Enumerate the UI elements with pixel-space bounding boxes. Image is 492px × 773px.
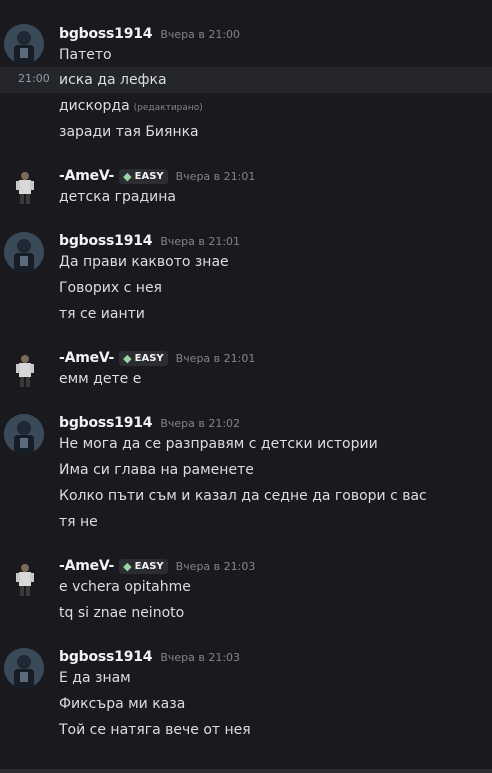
message-text: детска градина: [59, 189, 176, 205]
message-text: Фиксъра ми каза: [59, 696, 186, 712]
avatar[interactable]: [4, 558, 44, 598]
avatar[interactable]: [4, 648, 44, 688]
username[interactable]: bgboss1914: [59, 649, 153, 665]
message-text: дискорда: [59, 98, 130, 114]
message-text: Патето: [59, 47, 112, 63]
timestamp: Вчера в 21:02: [160, 416, 241, 430]
message-header: -AmeV- ◆ EASY Вчера в 21:03: [59, 555, 255, 577]
message-text: Говорих с нея: [59, 280, 162, 296]
message-text: Е да знам: [59, 670, 131, 686]
edited-label: (редактирано): [133, 103, 203, 113]
message-header: -AmeV- ◆ EASY Вчера в 21:01: [59, 347, 255, 369]
message-text: Да прави каквото знае: [59, 254, 229, 270]
tag-label: EASY: [134, 560, 164, 572]
username[interactable]: -AmeV-: [59, 350, 114, 366]
gem-icon: ◆: [123, 169, 132, 183]
username[interactable]: -AmeV-: [59, 168, 114, 184]
message-header: bgboss1914 Вчера в 21:00: [59, 23, 240, 45]
message-text: Колко пъти съм и казал да седне да говор…: [59, 488, 427, 504]
avatar[interactable]: [4, 24, 44, 64]
username[interactable]: bgboss1914: [59, 415, 153, 431]
message-text: тя се ианти: [59, 306, 145, 322]
avatar[interactable]: [4, 349, 44, 389]
timestamp: Вчера в 21:01: [175, 169, 256, 183]
message-text: Има си глава на раменете: [59, 462, 254, 478]
tag-label: EASY: [134, 352, 164, 364]
server-tag[interactable]: ◆ EASY: [119, 558, 168, 574]
message-text-edited: дискорда (редактирано): [59, 95, 203, 117]
message-text: e vchera opitahme: [59, 579, 191, 595]
hover-timestamp: 21:00: [18, 72, 50, 85]
gem-icon: ◆: [123, 559, 132, 573]
message-text: заради тая Биянка: [59, 124, 199, 140]
avatar[interactable]: [4, 414, 44, 454]
timestamp: Вчера в 21:01: [175, 351, 256, 365]
message-header: bgboss1914 Вчера в 21:01: [59, 230, 240, 252]
gem-icon: ◆: [123, 351, 132, 365]
username[interactable]: bgboss1914: [59, 233, 153, 249]
message-text: Не мога да се разправям с детски истории: [59, 436, 378, 452]
server-tag[interactable]: ◆ EASY: [119, 168, 168, 184]
message-text: Той се натяга вече от нея: [59, 722, 251, 738]
timestamp: Вчера в 21:00: [160, 27, 241, 41]
composer-edge: [0, 769, 492, 773]
timestamp: Вчера в 21:01: [160, 234, 241, 248]
tag-label: EASY: [134, 170, 164, 182]
message-header: -AmeV- ◆ EASY Вчера в 21:01: [59, 165, 255, 187]
username[interactable]: bgboss1914: [59, 26, 153, 42]
message-text: емм дете е: [59, 371, 142, 387]
timestamp: Вчера в 21:03: [160, 650, 241, 664]
username[interactable]: -AmeV-: [59, 558, 114, 574]
message-text: tq si znae neinoto: [59, 605, 185, 621]
message-header: bgboss1914 Вчера в 21:02: [59, 412, 240, 434]
message-header: bgboss1914 Вчера в 21:03: [59, 646, 240, 668]
timestamp: Вчера в 21:03: [175, 559, 256, 573]
server-tag[interactable]: ◆ EASY: [119, 350, 168, 366]
message-text: иска да лефка: [59, 72, 167, 88]
message-text: тя не: [59, 514, 98, 530]
avatar[interactable]: [4, 166, 44, 206]
avatar[interactable]: [4, 232, 44, 272]
